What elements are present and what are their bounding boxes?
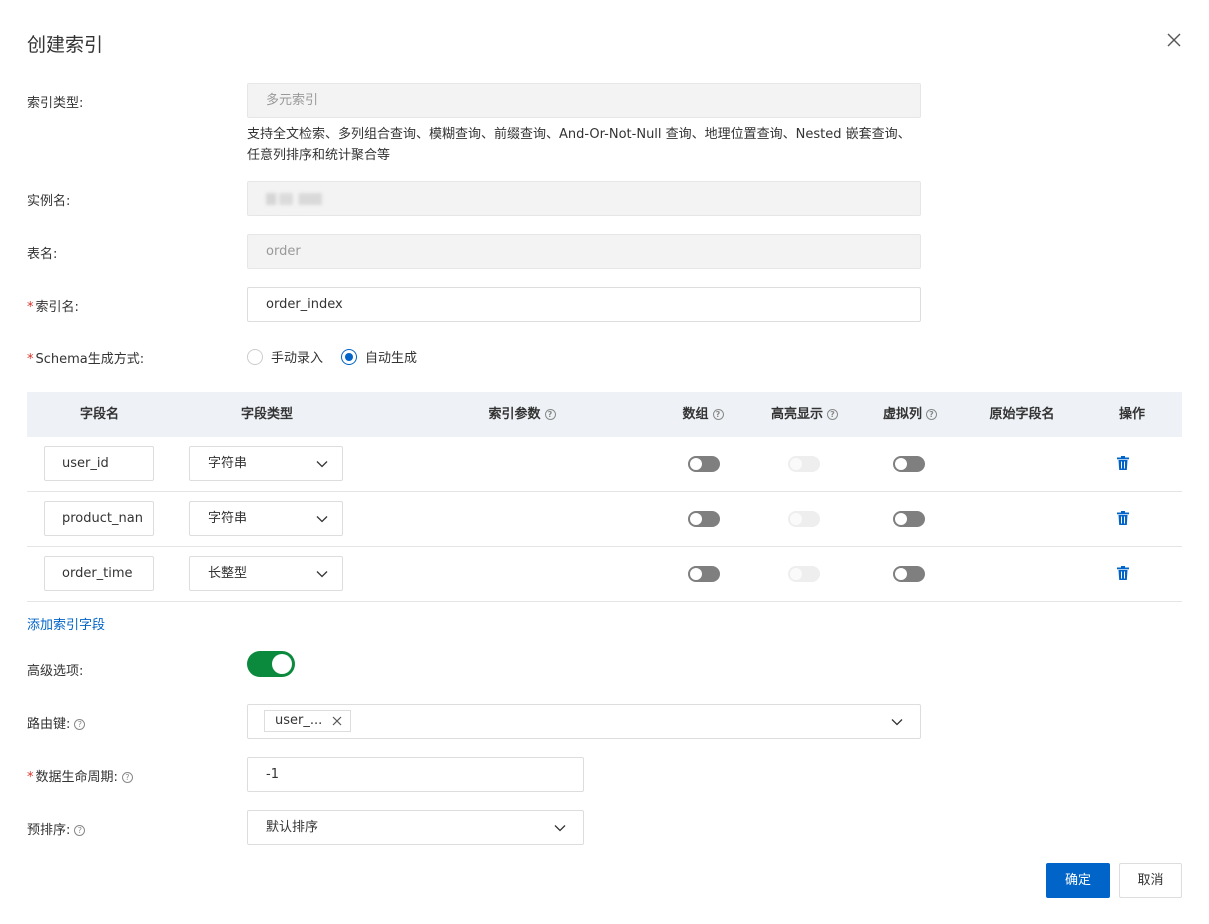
index-name-label-text: 索引名:	[35, 300, 79, 315]
chevron-down-icon	[316, 461, 328, 468]
schema-label-text: Schema生成方式:	[35, 352, 145, 367]
presort-label-text: 预排序:	[27, 823, 71, 838]
radio-manual-label: 手动录入	[271, 351, 324, 366]
virtual-toggle[interactable]	[893, 511, 925, 527]
description-line-1: 支持全文检索、多列组合查询、模糊查询、前缀查询、And-Or-Not-Null …	[247, 127, 911, 142]
index-type-field: 多元索引	[247, 83, 921, 118]
highlight-toggle	[788, 566, 820, 582]
routing-key-label: 路由键:?	[27, 713, 86, 732]
header-field-name: 字段名	[79, 407, 119, 422]
help-icon[interactable]: ?	[121, 772, 133, 783]
virtual-toggle[interactable]	[893, 456, 925, 472]
ttl-input[interactable]: -1	[247, 757, 584, 792]
header-field-type: 字段类型	[240, 407, 293, 422]
field-type-value: 字符串	[208, 456, 248, 471]
help-icon[interactable]: ?	[74, 825, 86, 836]
trash-icon[interactable]	[1117, 456, 1129, 470]
close-icon[interactable]	[1164, 30, 1184, 50]
close-icon[interactable]	[332, 716, 342, 726]
create-index-dialog: 创建索引 索引类型: 多元索引 支持全文检索、多列组合查询、模糊查询、前缀查询、…	[0, 0, 1209, 924]
presort-select[interactable]: 默认排序	[247, 810, 584, 845]
field-name-input[interactable]: order_time	[44, 556, 154, 591]
field-type-value: 字符串	[208, 511, 248, 526]
routing-key-tag-label: user_...	[275, 713, 323, 728]
header-action: 操作	[1118, 407, 1145, 422]
table-label: 表名:	[27, 247, 58, 262]
radio-auto-label: 自动生成	[365, 351, 418, 366]
field-type-select[interactable]: 字符串	[189, 501, 343, 536]
header-array-label: 数组	[682, 407, 709, 422]
redacted-instance-name	[266, 192, 322, 205]
add-index-field-link[interactable]: 添加索引字段	[27, 614, 105, 633]
header-index-params: 索引参数?	[447, 392, 597, 437]
header-virtual: 虚拟列?	[870, 392, 950, 437]
array-toggle[interactable]	[688, 511, 720, 527]
index-name-label: * 索引名:	[27, 296, 79, 315]
routing-key-tag: user_...	[264, 710, 352, 732]
highlight-toggle	[788, 456, 820, 472]
header-virtual-label: 虚拟列	[882, 407, 922, 422]
field-type-value: 长整型	[208, 566, 248, 581]
dialog-title: 创建索引	[27, 34, 104, 56]
fields-table: 字段名 字段类型 索引参数? 数组? 高亮显示? 虚拟列? 原始字段名 操作 u…	[27, 392, 1182, 602]
array-toggle[interactable]	[688, 566, 720, 582]
chevron-down-icon	[316, 516, 328, 523]
radio-circle-checked	[341, 348, 358, 365]
schema-radio-group: 手动录入 自动生成	[247, 347, 435, 366]
field-type-select[interactable]: 字符串	[189, 446, 343, 481]
highlight-toggle	[788, 511, 820, 527]
field-name-input[interactable]: product_nan	[44, 501, 154, 536]
description-line-2: 任意列排序和统计聚合等	[247, 148, 391, 163]
header-index-params-label: 索引参数	[488, 407, 541, 422]
index-type-description: 支持全文检索、多列组合查询、模糊查询、前缀查询、And-Or-Not-Null …	[247, 124, 927, 166]
required-mark: *	[27, 352, 34, 367]
index-name-input[interactable]: order_index	[247, 287, 921, 322]
routing-key-label-text: 路由键:	[27, 717, 71, 732]
ttl-label: * 数据生命周期:?	[27, 766, 133, 785]
chevron-down-icon	[891, 719, 903, 726]
array-toggle[interactable]	[688, 456, 720, 472]
table-field: order	[247, 234, 921, 269]
table-row: product_nan 字符串	[27, 492, 1182, 547]
radio-auto[interactable]: 自动生成	[341, 347, 417, 366]
advanced-options-toggle[interactable]	[247, 651, 295, 677]
required-mark: *	[27, 770, 34, 785]
cancel-button[interactable]: 取消	[1119, 863, 1182, 898]
instance-field	[247, 181, 921, 216]
presort-value: 默认排序	[266, 820, 319, 835]
field-type-select[interactable]: 长整型	[189, 556, 343, 591]
table-header: 字段名 字段类型 索引参数? 数组? 高亮显示? 虚拟列? 原始字段名 操作	[27, 392, 1182, 437]
header-highlight: 高亮显示?	[762, 392, 847, 437]
presort-label: 预排序:?	[27, 819, 86, 838]
chevron-down-icon	[316, 571, 328, 578]
table-row: order_time 长整型	[27, 547, 1182, 602]
confirm-button[interactable]: 确定	[1046, 863, 1110, 898]
help-icon[interactable]: ?	[74, 719, 86, 730]
header-highlight-label: 高亮显示	[770, 407, 823, 422]
chevron-down-icon	[554, 825, 566, 832]
help-icon[interactable]: ?	[544, 409, 556, 420]
radio-circle	[247, 348, 263, 365]
advanced-options-label: 高级选项:	[27, 664, 84, 679]
header-source-field: 原始字段名	[989, 407, 1055, 422]
trash-icon[interactable]	[1117, 511, 1129, 525]
radio-manual[interactable]: 手动录入	[247, 347, 323, 366]
index-type-label: 索引类型:	[27, 96, 84, 111]
virtual-toggle[interactable]	[893, 566, 925, 582]
help-icon[interactable]: ?	[926, 409, 937, 420]
header-array: 数组?	[667, 392, 739, 437]
trash-icon[interactable]	[1117, 566, 1129, 580]
field-name-input[interactable]: user_id	[44, 446, 154, 481]
ttl-label-text: 数据生命周期:	[35, 770, 118, 785]
table-row: user_id 字符串	[27, 437, 1182, 492]
help-icon[interactable]: ?	[712, 409, 724, 420]
required-mark: *	[27, 300, 34, 315]
schema-label: * Schema生成方式:	[27, 348, 144, 367]
instance-label: 实例名:	[27, 194, 71, 209]
help-icon[interactable]: ?	[827, 409, 838, 420]
